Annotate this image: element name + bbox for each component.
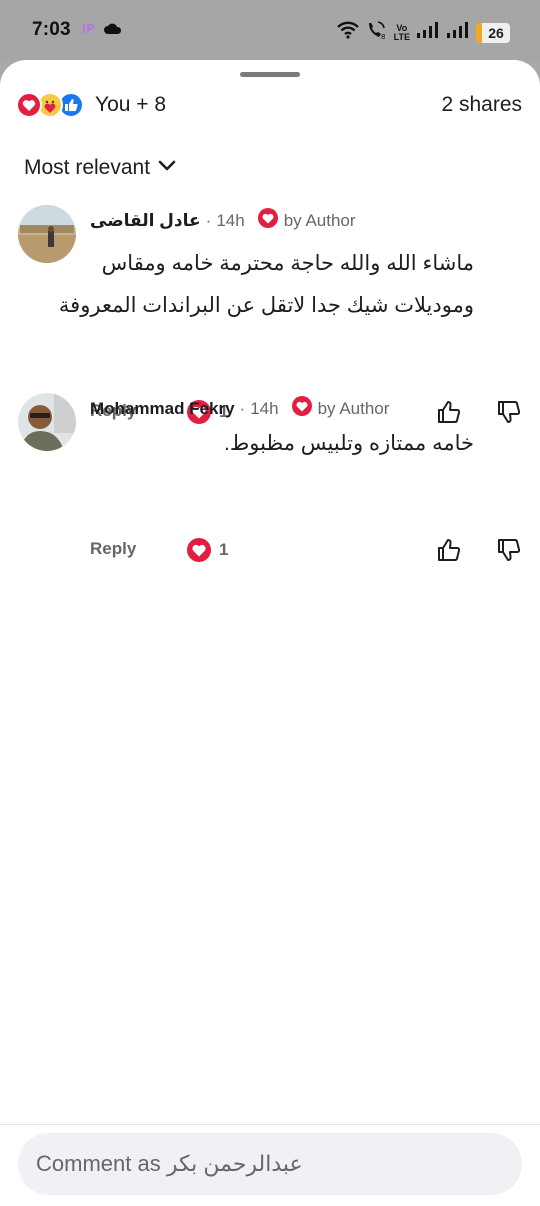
author-badge-label: by Author — [317, 398, 390, 418]
heart-icon — [291, 395, 313, 422]
comment-text-line: وموديلات شيك جدا لاتقل عن البراندات المع… — [58, 294, 474, 317]
avatar[interactable] — [18, 205, 76, 263]
reactions-row[interactable]: You + 8 2 shares — [16, 92, 522, 118]
comment-reaction-count[interactable]: 1 — [186, 537, 228, 563]
comment-input[interactable]: Comment as عبدالرحمن بكر — [18, 1133, 522, 1195]
app-icon: iP — [82, 21, 98, 40]
reply-button[interactable]: Reply — [90, 539, 136, 559]
thumbs-down-icon[interactable] — [496, 537, 522, 568]
separator-dot: · — [205, 210, 212, 230]
status-left-icons: iP — [82, 21, 122, 40]
avatar[interactable] — [18, 393, 76, 451]
comment-time: 14h — [250, 398, 279, 418]
comment-actions: Reply 1 — [90, 537, 522, 567]
sort-label: Most relevant — [24, 156, 151, 179]
heart-reaction-icon — [16, 92, 42, 118]
reaction-count-value: 1 — [219, 540, 229, 559]
signal-icon — [416, 21, 440, 44]
author-badge-label: by Author — [283, 210, 356, 230]
drag-handle[interactable] — [240, 72, 300, 77]
battery-indicator: 26 — [476, 22, 510, 43]
signal-icon — [446, 21, 470, 44]
volte-icon: Vo LTE — [393, 22, 410, 42]
reaction-icons[interactable] — [16, 92, 84, 118]
status-time: 7:03 — [32, 19, 71, 40]
author-badge: by Author — [257, 207, 356, 234]
chevron-down-icon — [158, 159, 176, 177]
comment-item: Mohammad Fekry · 14h by Author خامه ممتا… — [18, 393, 522, 562]
comment-text-line: ماشاء الله والله حاجة محترمة خامه ومقاس — [101, 252, 474, 275]
svg-text:8: 8 — [381, 33, 385, 40]
comments-sheet: You + 8 2 shares Most relevant عادل القا… — [0, 60, 540, 1206]
sort-dropdown[interactable]: Most relevant — [24, 156, 176, 180]
separator-dot: · — [239, 398, 246, 418]
comment-header: عادل القاضى · 14h by Author — [90, 207, 356, 234]
svg-text:iP: iP — [82, 22, 95, 35]
commenter-name[interactable]: عادل القاضى — [90, 211, 201, 231]
comment-header: Mohammad Fekry · 14h by Author — [90, 395, 389, 422]
heart-icon — [257, 207, 279, 234]
composer-divider — [0, 1124, 540, 1125]
thumbs-up-icon[interactable] — [436, 537, 462, 568]
comment-item: عادل القاضى · 14h by Author ماشاء الله و… — [18, 205, 522, 424]
reactions-summary[interactable]: You + 8 — [95, 93, 166, 117]
status-right-icons: 8 Vo LTE 26 — [336, 20, 510, 45]
commenter-name[interactable]: Mohammad Fekry — [90, 399, 235, 419]
author-badge: by Author — [291, 395, 390, 422]
heart-icon — [187, 538, 211, 562]
cloud-icon — [104, 22, 122, 40]
comment-time: 14h — [216, 210, 245, 230]
wifi-icon — [336, 21, 360, 44]
status-bar: 7:03 iP 8 Vo LTE 26 — [0, 0, 540, 62]
shares-count[interactable]: 2 shares — [441, 93, 522, 117]
comment-text-line: خامه ممتازه وتلبيس مظبوط. — [224, 432, 474, 455]
call-icon: 8 — [366, 20, 388, 45]
